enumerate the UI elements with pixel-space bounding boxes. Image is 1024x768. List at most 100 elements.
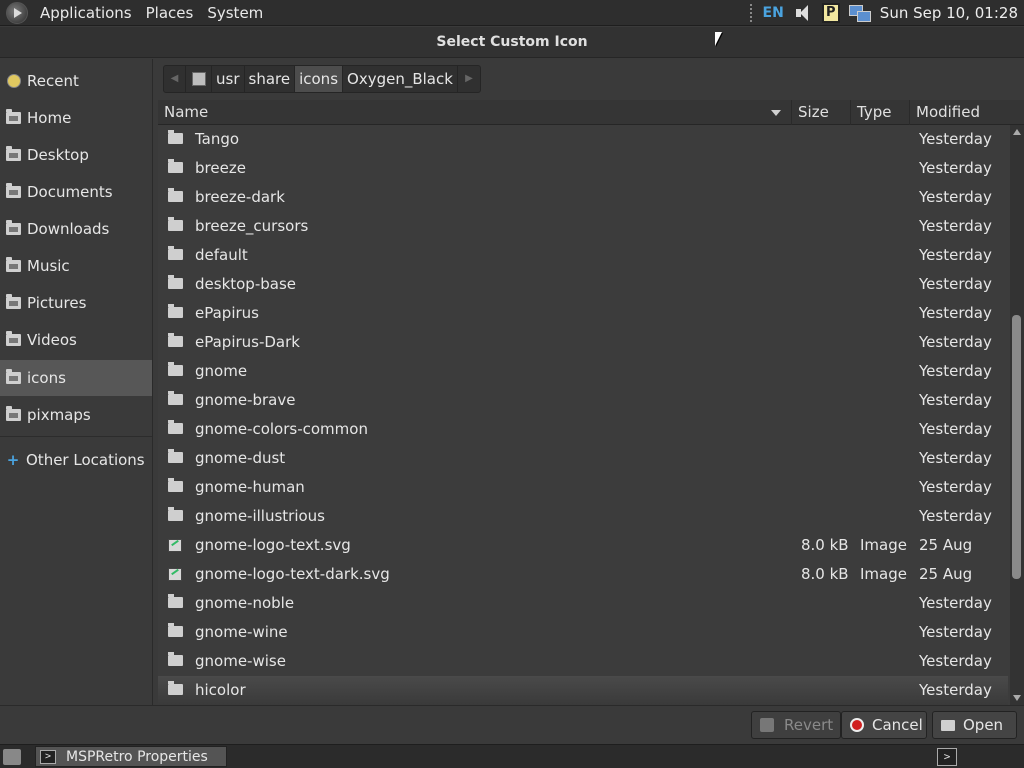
file-modified: Yesterday (919, 652, 992, 670)
cancel-label: Cancel (872, 716, 923, 734)
sidebar-item-desktop[interactable]: Desktop (0, 137, 152, 173)
folder-icon (6, 183, 21, 198)
table-row[interactable]: gnome-human Yesterday (158, 473, 1008, 502)
table-row[interactable]: gnome-wise Yesterday (158, 647, 1008, 676)
file-name: gnome-logo-text-dark.svg (195, 565, 390, 583)
path-scroll-left-button[interactable]: ◀ (164, 66, 186, 92)
sidebar-item-label: Videos (27, 331, 77, 349)
sidebar-item-label: Recent (27, 72, 79, 90)
sidebar-item-pixmaps[interactable]: pixmaps (0, 397, 152, 433)
scroll-up-icon[interactable] (1013, 129, 1021, 135)
table-row[interactable]: hicolor Yesterday (158, 676, 1008, 705)
sidebar-separator (0, 436, 152, 437)
file-name: Tango (195, 130, 240, 148)
table-row[interactable]: ePapirus Yesterday (158, 299, 1008, 328)
file-type: Image (860, 565, 907, 583)
folder-icon (6, 294, 21, 309)
path-segment-oxygen-black[interactable]: Oxygen_Black (343, 66, 458, 92)
path-bar: ◀ usr share icons Oxygen_Black ▶ (158, 59, 1024, 100)
sidebar-item-icons[interactable]: icons (0, 360, 152, 396)
folder-icon (168, 217, 183, 231)
column-name[interactable]: Name (158, 100, 792, 125)
top-menu: Applications Places System (33, 0, 270, 26)
folder-icon (168, 420, 183, 434)
p-indicator-icon[interactable]: P (821, 3, 840, 23)
sidebar-item-label: icons (27, 369, 66, 387)
system-tray: EN P Sun Sep 10, 01:28 (749, 0, 1024, 26)
table-row[interactable]: gnome-brave Yesterday (158, 386, 1008, 415)
sidebar-item-documents[interactable]: Documents (0, 174, 152, 210)
open-label: Open (963, 716, 1004, 734)
table-row[interactable]: gnome-colors-common Yesterday (158, 415, 1008, 444)
revert-button[interactable]: Revert (751, 711, 841, 739)
table-row[interactable]: gnome-logo-text.svg 8.0 kB Image 25 Aug (158, 531, 1008, 560)
scroll-down-icon[interactable] (1013, 695, 1021, 701)
path-segment-usr[interactable]: usr (212, 66, 245, 92)
applications-menu[interactable]: Applications (33, 0, 139, 26)
sidebar-item-music[interactable]: Music (0, 248, 152, 284)
vertical-scrollbar[interactable] (1010, 125, 1024, 705)
folder-icon (6, 146, 21, 161)
file-name: gnome-brave (195, 391, 296, 409)
show-desktop-icon[interactable] (3, 749, 21, 765)
distro-logo-icon[interactable] (6, 1, 28, 24)
table-row[interactable]: gnome Yesterday (158, 357, 1008, 386)
network-icon[interactable] (848, 3, 872, 23)
table-row[interactable]: breeze Yesterday (158, 154, 1008, 183)
file-modified: Yesterday (919, 246, 992, 264)
file-name: gnome-noble (195, 594, 295, 612)
sort-descending-icon (771, 110, 781, 116)
file-modified: Yesterday (919, 217, 992, 235)
file-size: 8.0 kB (801, 565, 849, 583)
terminal-launcher-icon[interactable]: > (937, 748, 957, 766)
sidebar-item-label: Home (27, 109, 72, 127)
file-modified: 25 Aug (919, 536, 973, 554)
sidebar-item-downloads[interactable]: Downloads (0, 211, 152, 247)
path-segment-icons[interactable]: icons (295, 66, 344, 92)
taskbar-task-msp-properties[interactable]: > MSPRetro Properties (35, 746, 227, 767)
table-row[interactable]: default Yesterday (158, 241, 1008, 270)
column-modified[interactable]: Modified (910, 100, 1024, 125)
sidebar-item-other-locations[interactable]: + Other Locations (0, 442, 152, 478)
sidebar-item-pictures[interactable]: Pictures (0, 285, 152, 321)
file-modified: Yesterday (919, 188, 992, 206)
file-name: gnome (195, 362, 248, 380)
disk-icon[interactable] (186, 66, 212, 92)
table-row[interactable]: breeze-dark Yesterday (158, 183, 1008, 212)
sidebar-item-videos[interactable]: Videos (0, 322, 152, 358)
column-modified-label: Modified (916, 103, 981, 121)
volume-icon[interactable] (794, 4, 814, 22)
path-scroll-right-button[interactable]: ▶ (458, 66, 480, 92)
dialog-actions: Revert Cancel Open (0, 705, 1024, 743)
scroll-thumb[interactable] (1012, 315, 1021, 579)
sidebar-item-recent[interactable]: Recent (0, 63, 152, 99)
top-panel: Applications Places System EN P Sun Sep … (0, 0, 1024, 26)
revert-icon (760, 718, 774, 732)
system-menu[interactable]: System (200, 0, 270, 26)
table-row[interactable]: breeze_cursors Yesterday (158, 212, 1008, 241)
path-segment-share[interactable]: share (245, 66, 296, 92)
table-row[interactable]: gnome-logo-text-dark.svg 8.0 kB Image 25 Au… (158, 560, 1008, 589)
table-row[interactable]: Tango Yesterday (158, 125, 1008, 154)
column-type[interactable]: Type (851, 100, 910, 125)
folder-icon (168, 159, 183, 173)
folder-icon (168, 333, 183, 347)
column-size[interactable]: Size (792, 100, 851, 125)
sidebar-item-home[interactable]: Home (0, 100, 152, 136)
table-row[interactable]: desktop-base Yesterday (158, 270, 1008, 299)
table-row[interactable]: gnome-noble Yesterday (158, 589, 1008, 618)
table-row[interactable]: ePapirus-Dark Yesterday (158, 328, 1008, 357)
sidebar-item-label: Other Locations (26, 451, 145, 469)
cancel-button[interactable]: Cancel (841, 711, 927, 739)
table-row[interactable]: gnome-wine Yesterday (158, 618, 1008, 647)
table-row[interactable]: gnome-dust Yesterday (158, 444, 1008, 473)
open-button[interactable]: Open (932, 711, 1017, 739)
file-list: Name Size Type Modified Tango Yesterday br… (158, 100, 1024, 705)
folder-icon (168, 652, 183, 666)
file-type: Image (860, 536, 907, 554)
table-row[interactable]: gnome-illustrious Yesterday (158, 502, 1008, 531)
places-menu[interactable]: Places (139, 0, 201, 26)
keyboard-layout-indicator[interactable]: EN (763, 5, 784, 21)
file-modified: Yesterday (919, 304, 992, 322)
clock[interactable]: Sun Sep 10, 01:28 (880, 4, 1018, 22)
